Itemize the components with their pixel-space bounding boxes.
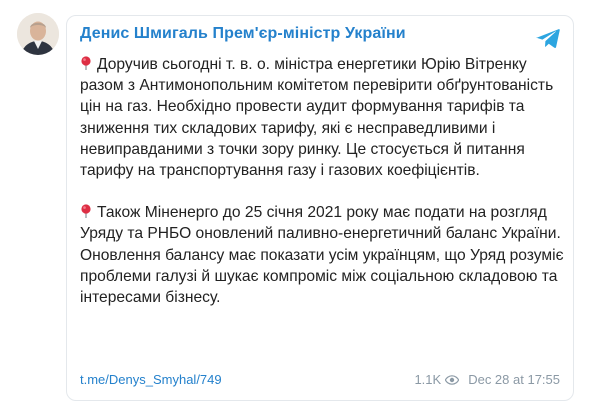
message-card: Денис Шмигаль Прем'єр-міністр України До… bbox=[66, 15, 574, 401]
channel-name[interactable]: Денис Шмигаль Прем'єр-міністр України bbox=[80, 25, 406, 43]
message-paragraph: Доручив сьогодні т. в. о. міністра енерг… bbox=[80, 54, 568, 181]
avatar[interactable] bbox=[17, 13, 59, 55]
paragraph-text: Також Міненерго до 25 січня 2021 року ма… bbox=[80, 204, 564, 307]
telegram-icon[interactable] bbox=[536, 28, 560, 49]
round-pushpin-icon bbox=[80, 204, 92, 219]
round-pushpin-icon bbox=[80, 56, 92, 70]
view-count: 1.1K bbox=[414, 372, 442, 387]
post-timestamp: Dec 28 at 17:55 bbox=[468, 372, 560, 387]
message-paragraph: Також Міненерго до 25 січня 2021 року ма… bbox=[80, 202, 568, 308]
message-body: Доручив сьогодні т. в. о. міністра енерг… bbox=[80, 54, 568, 308]
post-meta: 1.1K Dec 28 at 17:55 bbox=[414, 372, 560, 387]
post-link[interactable]: t.me/Denys_Smyhal/749 bbox=[80, 372, 222, 387]
paragraph-text: Доручив сьогодні т. в. о. міністра енерг… bbox=[80, 56, 554, 180]
eye-icon bbox=[445, 374, 460, 385]
